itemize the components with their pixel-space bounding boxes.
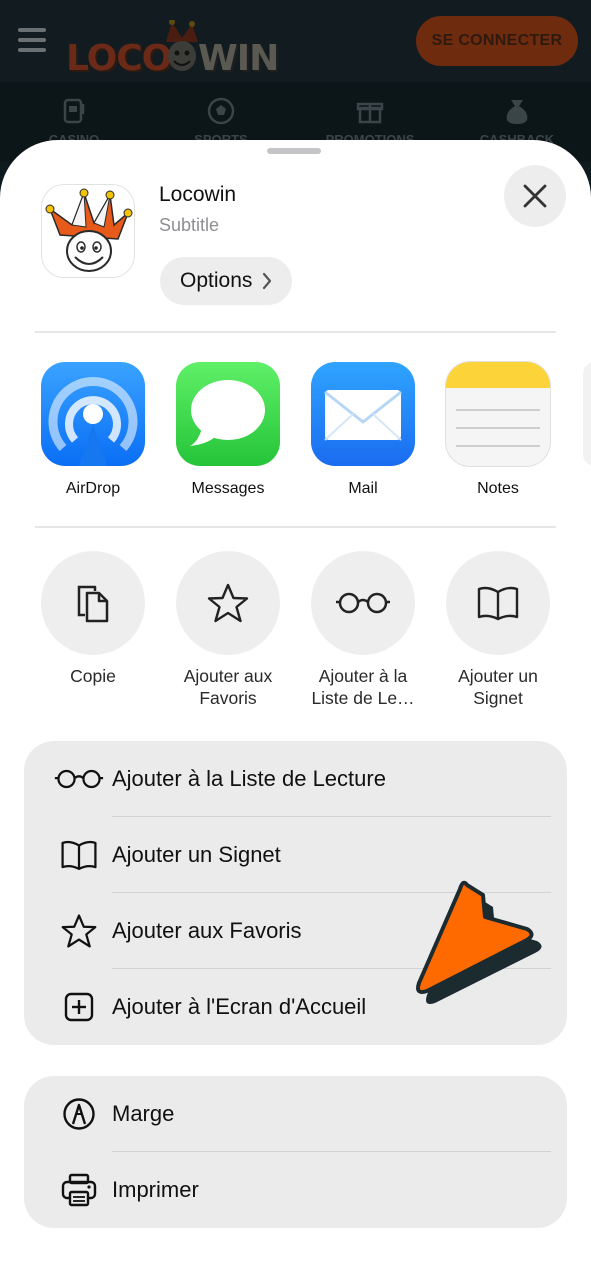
row-label: Ajouter à l'Ecran d'Accueil (112, 994, 367, 1019)
share-app-notes[interactable]: Notes (438, 362, 558, 498)
share-app-label: AirDrop (65, 480, 121, 497)
logo-text-right: WIN (198, 38, 279, 79)
row-label: Ajouter un Signet (112, 842, 281, 867)
ball-icon (207, 97, 235, 125)
action-label: Ajouter à la Liste de Le… (311, 666, 415, 708)
notes-icon (446, 362, 550, 466)
book-icon (61, 840, 97, 870)
share-app-label: Notes (477, 480, 519, 497)
money-bag-icon (506, 100, 528, 124)
action-favorites[interactable]: Ajouter aux Favoris (158, 551, 298, 709)
action-reading-list[interactable]: Ajouter à la Liste de Le… (293, 551, 433, 709)
row-markup[interactable]: Marge (24, 1076, 567, 1152)
close-icon (523, 184, 547, 208)
app-subtitle: Subtitle (159, 215, 220, 235)
share-sheet: Locowin Subtitle Options AirDrop Message… (0, 140, 591, 1280)
glasses-icon (336, 592, 390, 614)
plus-square-icon (64, 992, 94, 1022)
share-app-mail[interactable]: Mail (303, 362, 423, 498)
app-icon (42, 185, 134, 277)
slot-machine-icon (63, 98, 85, 124)
star-icon (207, 583, 249, 623)
connect-button[interactable]: SE CONNECTER (416, 16, 578, 66)
site-header: LOCO WIN SE CONNECTER (0, 0, 591, 82)
markup-icon (63, 1098, 95, 1130)
share-app-messages[interactable]: Messages (168, 362, 288, 498)
printer-icon (61, 1173, 97, 1207)
options-label: Options (180, 269, 253, 292)
logo-text-left: LOCO (66, 38, 172, 79)
share-app-airdrop[interactable]: AirDrop (33, 362, 153, 498)
glasses-icon (54, 769, 104, 789)
gift-icon (356, 102, 384, 124)
close-button[interactable] (504, 165, 566, 227)
share-app-label: Messages (191, 480, 265, 497)
site-logo[interactable]: LOCO WIN (66, 12, 279, 79)
chevron-right-icon (263, 272, 272, 290)
action-label: Ajouter un Signet (458, 666, 538, 708)
pointer-arrow-icon (416, 880, 542, 1004)
app-title: Locowin (159, 183, 237, 206)
book-icon (477, 586, 519, 621)
options-button[interactable]: Options (160, 257, 292, 305)
row-label: Marge (112, 1101, 175, 1126)
airdrop-icon (41, 362, 145, 466)
copy-icon (77, 585, 109, 623)
row-label: Imprimer (112, 1177, 199, 1202)
action-label: Copie (70, 666, 116, 686)
action-list-group-2: Marge Imprimer (24, 1076, 567, 1228)
action-bookmark[interactable]: Ajouter un Signet (428, 551, 568, 709)
menu-icon[interactable] (18, 28, 46, 52)
jester-icon (45, 188, 133, 272)
jester-logo-icon (166, 20, 198, 71)
action-label: Ajouter aux Favoris (183, 666, 273, 708)
row-label: Ajouter aux Favoris (112, 918, 302, 943)
mail-icon (311, 362, 415, 466)
star-icon (61, 914, 97, 948)
messages-icon (176, 362, 280, 466)
divider (35, 526, 556, 528)
share-app-partial[interactable] (583, 362, 591, 466)
row-add-reading-list[interactable]: Ajouter à la Liste de Lecture (24, 741, 567, 817)
share-app-label: Mail (348, 480, 378, 497)
divider (35, 331, 556, 333)
action-copy[interactable]: Copie (23, 551, 163, 687)
row-print[interactable]: Imprimer (24, 1152, 567, 1228)
row-label: Ajouter à la Liste de Lecture (112, 766, 386, 791)
sheet-grabber[interactable] (267, 148, 321, 154)
